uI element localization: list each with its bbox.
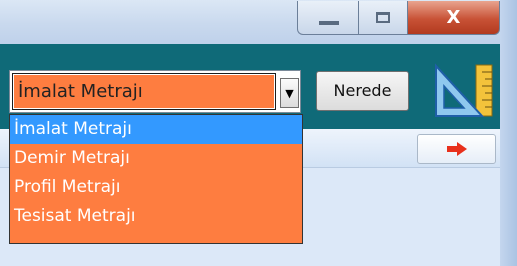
dropdown-option-tesisat[interactable]: Tesisat Metrajı — [10, 202, 302, 231]
window-right-border — [500, 0, 517, 266]
dropdown-option-profil[interactable]: Profil Metrajı — [10, 173, 302, 202]
chevron-down-icon: ▼ — [285, 86, 294, 100]
metraj-type-combobox[interactable]: İmalat Metrajı ▼ — [9, 70, 301, 113]
combobox-dropdown-list: İmalat Metrajı Demir Metrajı Profil Metr… — [9, 114, 303, 244]
red-right-arrow-icon — [446, 142, 467, 156]
dropdown-option-demir[interactable]: Demir Metrajı — [10, 144, 302, 173]
maximize-icon — [376, 12, 390, 23]
next-button[interactable] — [417, 134, 496, 164]
combobox-dropdown-button[interactable]: ▼ — [280, 78, 299, 108]
minimize-button[interactable] — [297, 1, 359, 35]
set-square-ruler-icon[interactable] — [432, 62, 500, 120]
dropdown-option-imalat[interactable]: İmalat Metrajı — [10, 115, 302, 144]
minimize-icon — [318, 20, 339, 25]
nerede-button[interactable]: Nerede — [316, 71, 409, 111]
close-icon: X — [446, 7, 461, 28]
combobox-selected-value[interactable]: İmalat Metrajı — [12, 73, 276, 110]
maximize-button[interactable] — [358, 1, 408, 35]
close-button[interactable]: X — [407, 1, 500, 35]
